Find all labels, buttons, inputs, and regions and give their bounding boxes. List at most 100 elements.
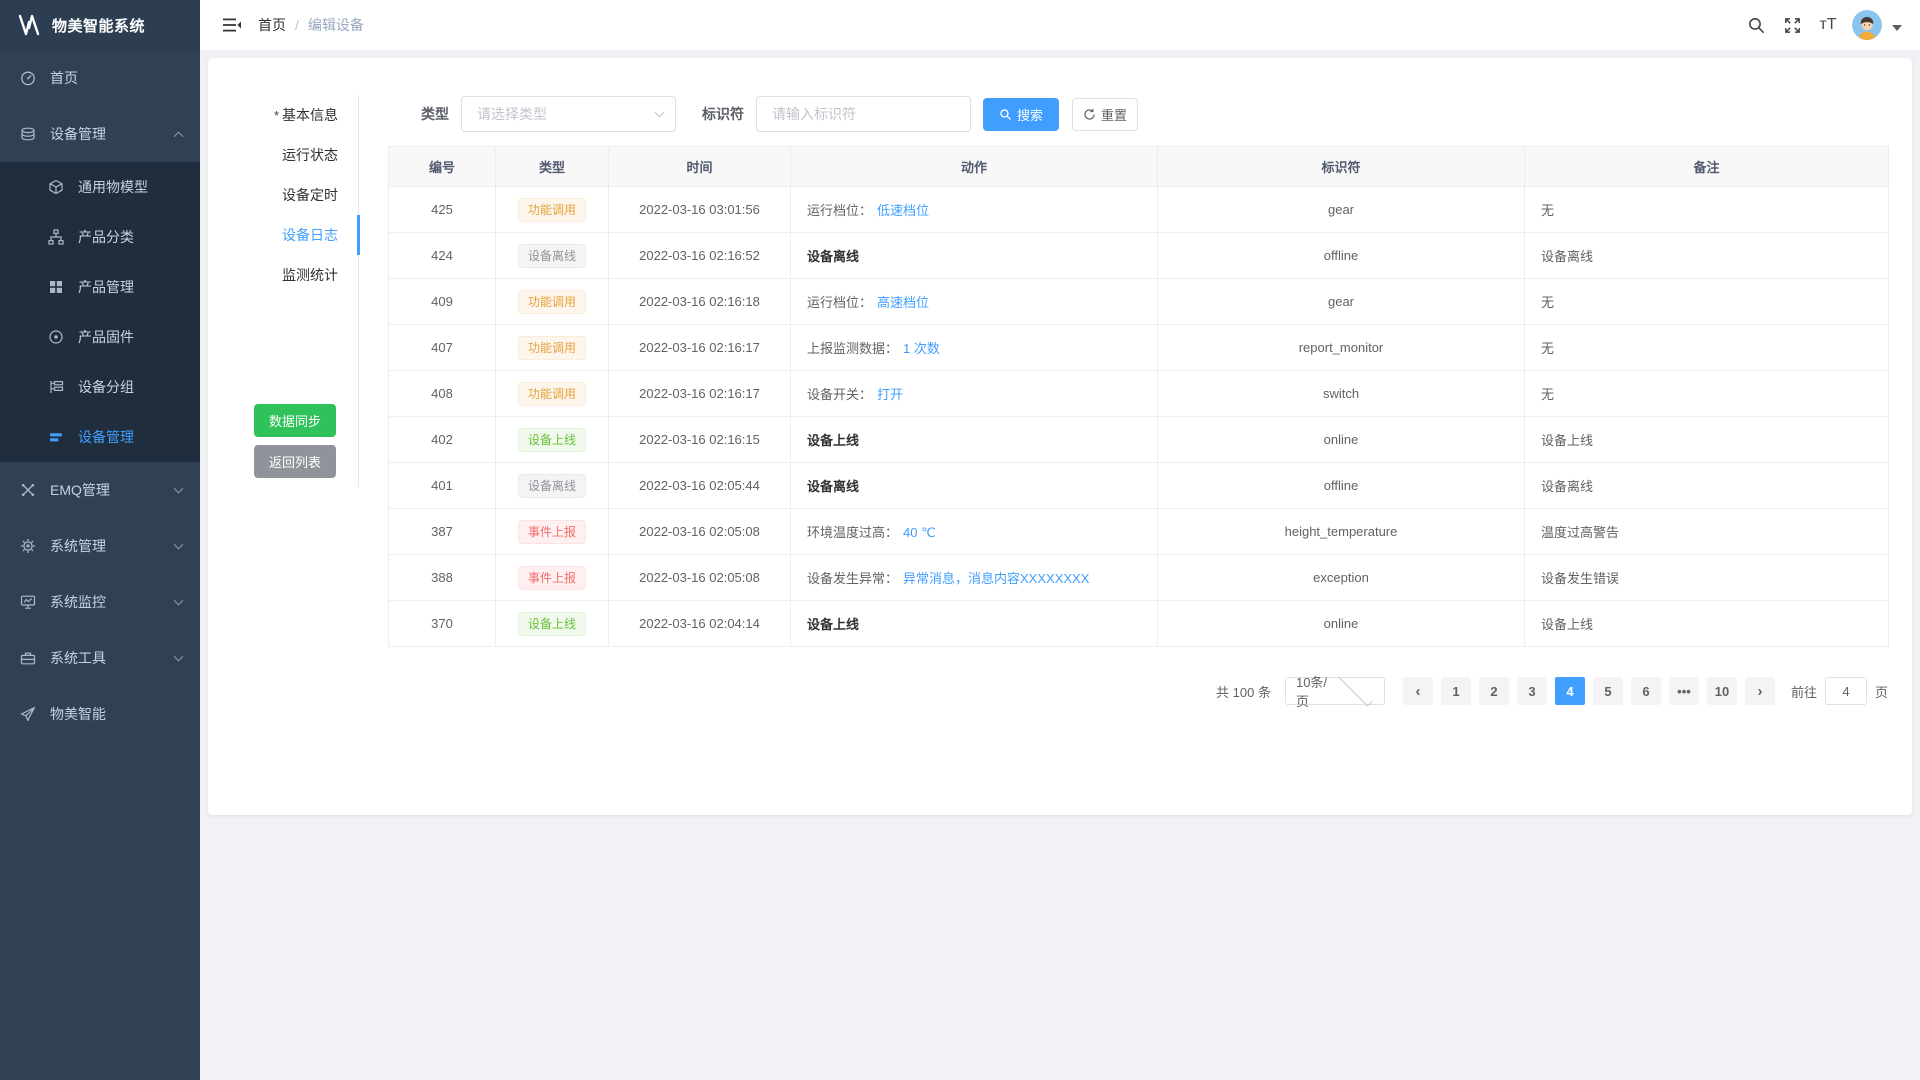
action-link[interactable]: 高速档位: [877, 295, 929, 310]
goto-label: 前往: [1791, 682, 1817, 701]
cell-type: 事件上报: [496, 555, 609, 601]
breadcrumb-home[interactable]: 首页: [258, 15, 286, 35]
page-button[interactable]: 10: [1707, 677, 1737, 705]
action-link[interactable]: 1 次数: [903, 341, 940, 356]
sidebar-item-label: EMQ管理: [50, 480, 175, 500]
emq-icon: [20, 482, 36, 498]
cell-type: 设备上线: [496, 601, 609, 647]
cell-identifier: offline: [1158, 233, 1525, 279]
sidebar-item-label: 设备管理: [50, 124, 175, 144]
next-page-button[interactable]: ›: [1745, 677, 1775, 705]
sidebar-item-system-monitor[interactable]: 系统监控: [0, 574, 200, 630]
table-row: 370 设备上线 2022-03-16 02:04:14 设备上线 online…: [389, 601, 1889, 647]
sidebar-item-system-management[interactable]: 系统管理: [0, 518, 200, 574]
sidebar-item-product-firmware[interactable]: 产品固件: [0, 312, 200, 362]
cell-remark: 设备上线: [1525, 601, 1889, 647]
cell-action: 设备上线: [791, 601, 1158, 647]
type-label: 类型: [421, 104, 449, 124]
chevron-down-icon: [655, 108, 665, 118]
table-row: 388 事件上报 2022-03-16 02:05:08 设备发生异常：异常消息…: [389, 555, 1889, 601]
search-icon[interactable]: [1738, 0, 1774, 50]
sidebar-item-device-management[interactable]: 设备管理: [0, 106, 200, 162]
action-link[interactable]: 低速档位: [877, 203, 929, 218]
fullscreen-icon[interactable]: [1774, 0, 1810, 50]
cell-identifier: offline: [1158, 463, 1525, 509]
identifier-input[interactable]: [756, 96, 971, 132]
tab-basic-info[interactable]: *基本信息: [208, 95, 358, 135]
cell-remark: 无: [1525, 371, 1889, 417]
sidebar-item-wumei-smart[interactable]: 物美智能: [0, 686, 200, 742]
total-count: 共 100 条: [1216, 682, 1271, 701]
cell-number: 401: [389, 463, 496, 509]
cell-type: 功能调用: [496, 279, 609, 325]
sidebar-item-thing-model[interactable]: 通用物模型: [0, 162, 200, 212]
page-button[interactable]: 2: [1479, 677, 1509, 705]
cell-action: 上报监测数据：1 次数: [791, 325, 1158, 371]
cell-remark: 温度过高警告: [1525, 509, 1889, 555]
type-tag: 功能调用: [518, 290, 586, 314]
edit-device-card: *基本信息 运行状态 设备定时 设备日志 监测统计 数据同步 返回列表 类型 请…: [208, 58, 1912, 815]
logo: 物美智能系统: [0, 0, 200, 50]
sidebar-item-device-group[interactable]: 设备分组: [0, 362, 200, 412]
action-link[interactable]: 打开: [877, 387, 903, 402]
page-button[interactable]: •••: [1669, 677, 1699, 705]
action-link[interactable]: 40 ℃: [903, 525, 936, 540]
type-tag: 事件上报: [518, 520, 586, 544]
page-size-select[interactable]: 10条/页: [1285, 677, 1385, 705]
chevron-down-icon: [1339, 673, 1373, 707]
avatar[interactable]: [1852, 10, 1882, 40]
cell-number: 425: [389, 187, 496, 233]
goto-page: 前往 页: [1791, 677, 1888, 705]
page-button[interactable]: 4: [1555, 677, 1585, 705]
action-bold-text: 设备离线: [807, 479, 859, 494]
chevron-down-icon: [174, 540, 184, 550]
sidebar-item-device-management-sub[interactable]: 设备管理: [0, 412, 200, 462]
tab-monitor-stats[interactable]: 监测统计: [208, 255, 358, 295]
data-sync-button[interactable]: 数据同步: [254, 404, 336, 437]
firmware-icon: [48, 329, 64, 345]
page-button[interactable]: 6: [1631, 677, 1661, 705]
cell-type: 设备上线: [496, 417, 609, 463]
page-button[interactable]: 1: [1441, 677, 1471, 705]
cell-identifier: exception: [1158, 555, 1525, 601]
font-size-icon[interactable]: ᴛT: [1810, 0, 1846, 50]
search-icon: [999, 108, 1012, 121]
action-text: 环境温度过高：: [807, 525, 898, 540]
cell-identifier: online: [1158, 601, 1525, 647]
identifier-label: 标识符: [702, 104, 744, 124]
tab-run-status[interactable]: 运行状态: [208, 135, 358, 175]
tab-device-timer[interactable]: 设备定时: [208, 175, 358, 215]
cube-icon: [48, 179, 64, 195]
sidebar-item-emq[interactable]: EMQ管理: [0, 462, 200, 518]
sidebar-item-home[interactable]: 首页: [0, 50, 200, 106]
tab-device-log[interactable]: 设备日志: [208, 215, 358, 255]
cell-action: 设备开关：打开: [791, 371, 1158, 417]
cell-number: 387: [389, 509, 496, 555]
sidebar-item-system-tools[interactable]: 系统工具: [0, 630, 200, 686]
sidebar-item-label: 系统工具: [50, 648, 175, 668]
cell-type: 功能调用: [496, 187, 609, 233]
cell-time: 2022-03-16 02:05:44: [609, 463, 791, 509]
user-menu[interactable]: [1852, 10, 1902, 40]
action-bold-text: 设备离线: [807, 249, 859, 264]
table-header-row: 编号 类型 时间 动作 标识符 备注: [389, 147, 1889, 187]
sidebar-item-label: 首页: [50, 68, 182, 88]
search-button[interactable]: 搜索: [983, 98, 1059, 131]
action-link[interactable]: 异常消息，消息内容XXXXXXXX: [903, 571, 1089, 586]
sidebar-fold-icon[interactable]: [222, 15, 242, 35]
table-row: 408 功能调用 2022-03-16 02:16:17 设备开关：打开 swi…: [389, 371, 1889, 417]
prev-page-button[interactable]: ‹: [1403, 677, 1433, 705]
page-button[interactable]: 5: [1593, 677, 1623, 705]
goto-page-input[interactable]: [1825, 677, 1867, 705]
sidebar-item-product-management[interactable]: 产品管理: [0, 262, 200, 312]
device-log-table: 编号 类型 时间 动作 标识符 备注 425 功能调用 2022-03-16 0…: [388, 146, 1889, 647]
goto-unit: 页: [1875, 682, 1888, 701]
type-select[interactable]: 请选择类型: [461, 96, 676, 132]
page-button[interactable]: 3: [1517, 677, 1547, 705]
sidebar-item-product-category[interactable]: 产品分类: [0, 212, 200, 262]
back-to-list-button[interactable]: 返回列表: [254, 445, 336, 478]
reset-button[interactable]: 重置: [1072, 98, 1138, 131]
cell-identifier: gear: [1158, 279, 1525, 325]
cell-time: 2022-03-16 02:04:14: [609, 601, 791, 647]
tab-label: 运行状态: [282, 147, 338, 163]
